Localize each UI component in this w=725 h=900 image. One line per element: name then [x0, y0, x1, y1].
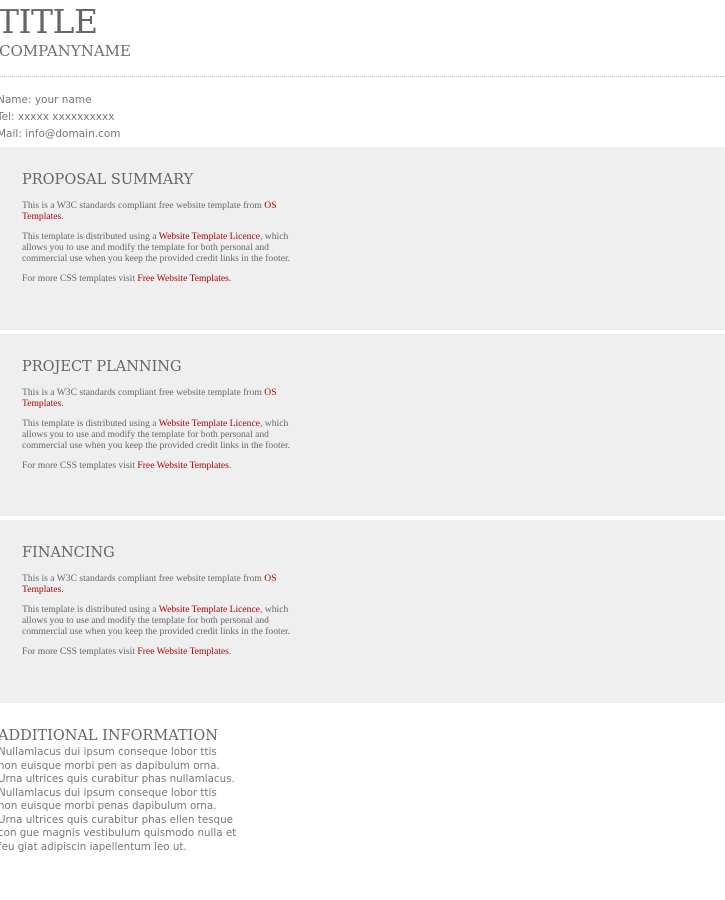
paragraph-text: For more CSS templates visit [22, 273, 138, 284]
section-paragraph: This is a W3C standards compliant free w… [22, 573, 312, 595]
paragraph-text: . [61, 584, 64, 595]
section-title: PROJECT PLANNING [22, 359, 182, 375]
section-paragraph: This template is distributed using a Web… [22, 231, 312, 264]
paragraph-text: This template is distributed using a [22, 231, 159, 242]
section-paragraph: This template is distributed using a Web… [22, 418, 312, 451]
free-templates-link[interactable]: Free Website Templates [137, 646, 228, 657]
paragraph-text: . [61, 398, 64, 409]
paragraph-text: This template is distributed using a [22, 604, 159, 615]
contact-info: Name: your name Tel: xxxxx xxxxxxxxxx Ma… [0, 92, 120, 143]
company-name: COMPANYNAME [0, 42, 131, 60]
contact-tel: Tel: xxxxx xxxxxxxxxx [0, 111, 115, 123]
contact-mail: Mail: info@domain.com [0, 128, 121, 140]
free-templates-link[interactable]: Free Website Templates [137, 460, 228, 471]
section-content: PROJECT PLANNING This is a W3C standards… [22, 358, 312, 480]
section-content: FINANCING This is a W3C standards compli… [22, 544, 312, 666]
section-paragraph: For more CSS templates visit Free Websit… [22, 273, 312, 284]
paragraph-text: . [228, 646, 232, 657]
section-paragraph: This template is distributed using a Web… [22, 604, 312, 637]
paragraph-text: This is a W3C standards compliant free w… [22, 387, 265, 398]
section-paragraph: This is a W3C standards compliant free w… [22, 200, 312, 222]
section-financing: FINANCING This is a W3C standards compli… [0, 520, 725, 703]
paragraph-text: For more CSS templates visit [22, 460, 138, 471]
additional-title: ADDITIONAL INFORMATION [0, 728, 218, 744]
additional-information: ADDITIONAL INFORMATION Nullamlacus dui i… [0, 727, 238, 854]
licence-link[interactable]: Website Template Licence [159, 418, 260, 429]
page: TITLE COMPANYNAME Name: your name Tel: x… [0, 0, 725, 900]
section-title: FINANCING [22, 545, 115, 561]
section-paragraph: For more CSS templates visit Free Websit… [22, 646, 312, 657]
section-project-planning: PROJECT PLANNING This is a W3C standards… [0, 334, 725, 516]
additional-body: Nullamlacus dui ipsum conseque lobor tti… [0, 746, 237, 853]
paragraph-text: This template is distributed using a [22, 418, 159, 429]
licence-link[interactable]: Website Template Licence [159, 604, 260, 615]
free-templates-link[interactable]: Free Website Templates [137, 273, 228, 284]
paragraph-text: This is a W3C standards compliant free w… [22, 573, 265, 584]
section-paragraph: This is a W3C standards compliant free w… [22, 387, 312, 409]
paragraph-text: . [228, 460, 232, 471]
page-title: TITLE [0, 2, 98, 41]
paragraph-text: For more CSS templates visit [22, 646, 138, 657]
section-paragraph: For more CSS templates visit Free Websit… [22, 460, 312, 471]
paragraph-text: . [61, 211, 64, 222]
contact-name: Name: your name [0, 94, 92, 106]
paragraph-text: . [228, 273, 232, 284]
licence-link[interactable]: Website Template Licence [159, 231, 260, 242]
section-title: PROPOSAL SUMMARY [22, 172, 194, 188]
section-content: PROPOSAL SUMMARY This is a W3C standards… [22, 171, 312, 293]
section-proposal-summary: PROPOSAL SUMMARY This is a W3C standards… [0, 147, 725, 330]
page-header: TITLE COMPANYNAME [0, 0, 725, 77]
paragraph-text: This is a W3C standards compliant free w… [22, 200, 265, 211]
